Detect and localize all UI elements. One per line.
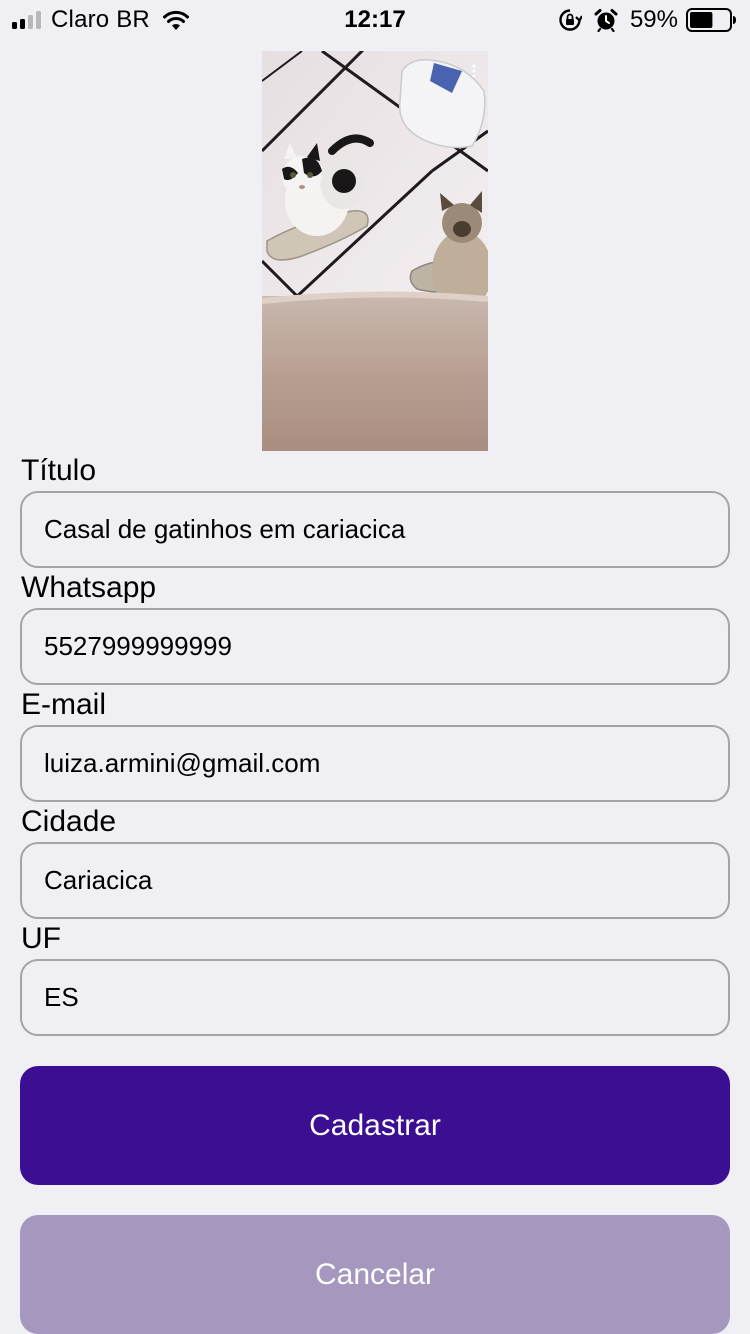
status-right: 59% bbox=[558, 6, 736, 34]
listing-form: Título Whatsapp E-mail Cidade UF bbox=[20, 451, 730, 1036]
status-bar: Claro BR 12:17 59% bbox=[0, 0, 750, 40]
email-label: E-mail bbox=[21, 688, 107, 721]
rotation-lock-icon bbox=[559, 9, 582, 31]
titulo-label: Título bbox=[21, 454, 97, 487]
pet-photo-image bbox=[262, 51, 488, 451]
alarm-clock-icon bbox=[594, 9, 618, 32]
cancelar-button[interactable]: Cancelar bbox=[20, 1215, 730, 1334]
email-input[interactable] bbox=[20, 725, 730, 802]
cadastrar-button-label: Cadastrar bbox=[309, 1108, 441, 1142]
cidade-label: Cidade bbox=[21, 805, 117, 838]
pet-photo[interactable] bbox=[262, 51, 488, 451]
cancelar-button-label: Cancelar bbox=[314, 1257, 436, 1291]
uf-input[interactable] bbox=[20, 959, 730, 1036]
cadastrar-button[interactable]: Cadastrar bbox=[20, 1066, 730, 1185]
uf-label: UF bbox=[21, 922, 61, 955]
whatsapp-input[interactable] bbox=[20, 608, 730, 685]
titulo-input[interactable] bbox=[20, 491, 730, 568]
cidade-input[interactable] bbox=[20, 842, 730, 919]
battery-percent: 59% bbox=[629, 6, 678, 33]
whatsapp-label: Whatsapp bbox=[21, 571, 157, 604]
battery-icon bbox=[686, 8, 736, 32]
